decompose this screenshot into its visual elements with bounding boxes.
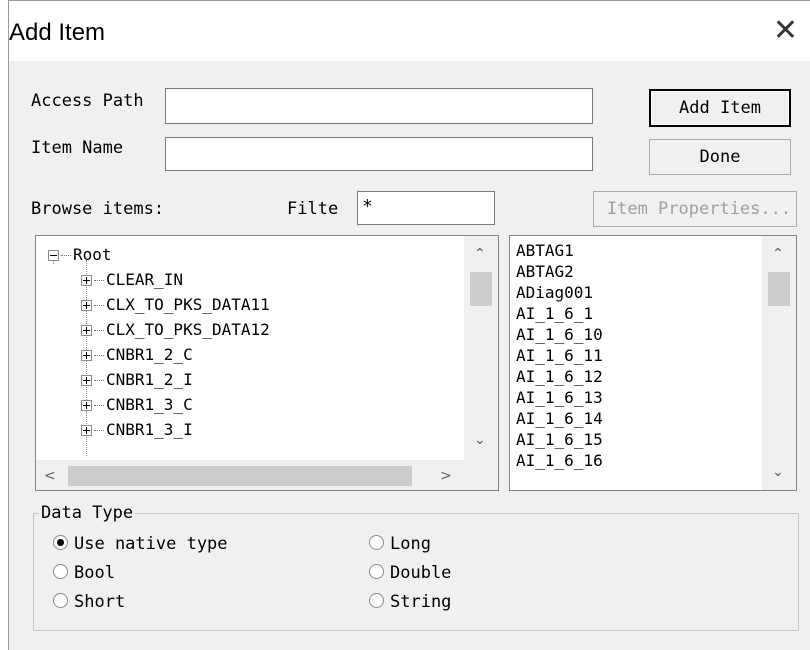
- item-properties-button-label: Item Properties...: [606, 199, 792, 219]
- radio-label: Use native type: [74, 534, 228, 554]
- expand-icon[interactable]: [81, 300, 92, 311]
- filter-value: *: [362, 196, 373, 217]
- access-path-input[interactable]: [165, 88, 593, 124]
- tree-node[interactable]: CNBR1_3_I: [81, 419, 193, 441]
- tree-node-label: CLX_TO_PKS_DATA11: [106, 295, 270, 314]
- dialog-title: Add Item: [9, 19, 106, 46]
- scroll-thumb[interactable]: [768, 272, 790, 306]
- done-button-label: Done: [699, 147, 741, 167]
- list-item[interactable]: ABTAG1: [516, 240, 574, 261]
- collapse-icon[interactable]: [48, 250, 59, 261]
- list-item[interactable]: AI_1_6_13: [516, 387, 603, 408]
- tree-node[interactable]: CNBR1_2_I: [81, 369, 193, 391]
- items-tree-view[interactable]: Root CLEAR_IN CLX_TO_PKS_DATA11 CLX_TO_P…: [35, 235, 499, 491]
- items-list[interactable]: ABTAG1 ABTAG2 ADiag001 AI_1_6_1 AI_1_6_1…: [509, 235, 797, 491]
- tree-node-label: CNBR1_2_I: [106, 370, 193, 389]
- list-item[interactable]: AI_1_6_14: [516, 408, 603, 429]
- expand-icon[interactable]: [81, 425, 92, 436]
- list-vertical-scrollbar[interactable]: ⌃ ⌄: [762, 236, 796, 490]
- tree-node-label: Root: [73, 245, 112, 264]
- list-item[interactable]: ABTAG2: [516, 261, 574, 282]
- list-item[interactable]: AI_1_6_11: [516, 345, 603, 366]
- list-item[interactable]: AI_1_6_1: [516, 303, 593, 324]
- radio-label: String: [390, 592, 452, 612]
- radio-long[interactable]: Long: [369, 533, 431, 555]
- scroll-down-icon[interactable]: ⌄: [474, 432, 486, 448]
- radio-bool[interactable]: Bool: [53, 562, 115, 584]
- radio-label: Long: [390, 534, 431, 554]
- scroll-up-icon[interactable]: ⌃: [772, 246, 784, 262]
- tree-node[interactable]: CNBR1_2_C: [81, 344, 193, 366]
- item-name-input[interactable]: [165, 137, 593, 171]
- item-properties-button[interactable]: Item Properties...: [593, 191, 797, 227]
- radio-label: Double: [390, 563, 452, 583]
- radio-short[interactable]: Short: [53, 591, 125, 613]
- radio-icon[interactable]: [369, 593, 384, 608]
- tree-node[interactable]: CLX_TO_PKS_DATA11: [81, 294, 270, 316]
- expand-icon[interactable]: [81, 325, 92, 336]
- radio-label: Short: [74, 592, 126, 612]
- list-item[interactable]: ADiag001: [516, 282, 593, 303]
- data-type-legend: Data Type: [39, 503, 136, 523]
- add-item-dialog: Add Item ✕ Access Path Item Name Add Ite…: [8, 0, 810, 650]
- tree-horizontal-scrollbar[interactable]: < >: [36, 460, 498, 490]
- radio-icon[interactable]: [369, 535, 384, 550]
- filter-input[interactable]: *: [357, 191, 495, 225]
- radio-selected-icon[interactable]: [53, 535, 68, 550]
- tree-node[interactable]: CLX_TO_PKS_DATA12: [81, 319, 270, 341]
- add-item-button-label: Add Item: [679, 98, 761, 118]
- scroll-up-icon[interactable]: ⌃: [474, 246, 486, 262]
- tree-node-label: CNBR1_3_I: [106, 420, 193, 439]
- scroll-right-icon[interactable]: >: [440, 468, 452, 484]
- close-icon[interactable]: ✕: [773, 11, 798, 51]
- tree-node-label: CNBR1_3_C: [106, 395, 193, 414]
- radio-label: Bool: [74, 563, 115, 583]
- list-item[interactable]: AI_1_6_15: [516, 429, 603, 450]
- tree-node-root[interactable]: Root: [48, 244, 112, 266]
- radio-icon[interactable]: [53, 564, 68, 579]
- scroll-down-icon[interactable]: ⌄: [772, 464, 784, 480]
- browse-items-label: Browse items:: [31, 199, 165, 219]
- scroll-left-icon[interactable]: <: [44, 468, 56, 484]
- expand-icon[interactable]: [81, 350, 92, 361]
- radio-use-native-type[interactable]: Use native type: [53, 533, 260, 555]
- item-name-label: Item Name: [31, 138, 124, 158]
- scroll-thumb[interactable]: [68, 466, 412, 486]
- access-path-label: Access Path: [31, 91, 144, 111]
- tree-node-label: CLEAR_IN: [106, 270, 184, 289]
- list-item[interactable]: AI_1_6_16: [516, 450, 603, 471]
- scroll-thumb[interactable]: [470, 272, 492, 306]
- done-button[interactable]: Done: [649, 139, 791, 175]
- tree-node-label: CLX_TO_PKS_DATA12: [106, 320, 270, 339]
- list-item[interactable]: AI_1_6_12: [516, 366, 603, 387]
- tree-node[interactable]: CLEAR_IN: [81, 269, 183, 291]
- radio-icon[interactable]: [53, 593, 68, 608]
- radio-icon[interactable]: [369, 564, 384, 579]
- list-item[interactable]: AI_1_6_10: [516, 324, 603, 345]
- expand-icon[interactable]: [81, 400, 92, 411]
- expand-icon[interactable]: [81, 375, 92, 386]
- radio-double[interactable]: Double: [369, 562, 451, 584]
- expand-icon[interactable]: [81, 275, 92, 286]
- tree-node[interactable]: CNBR1_3_C: [81, 394, 193, 416]
- title-bar: Add Item ✕: [9, 1, 810, 61]
- tree-node-label: CNBR1_2_C: [106, 345, 193, 364]
- radio-string[interactable]: String: [369, 591, 451, 613]
- filter-label: Filte: [287, 199, 339, 219]
- tree-vertical-scrollbar[interactable]: ⌃ ⌄: [464, 236, 498, 460]
- add-item-button[interactable]: Add Item: [649, 89, 791, 127]
